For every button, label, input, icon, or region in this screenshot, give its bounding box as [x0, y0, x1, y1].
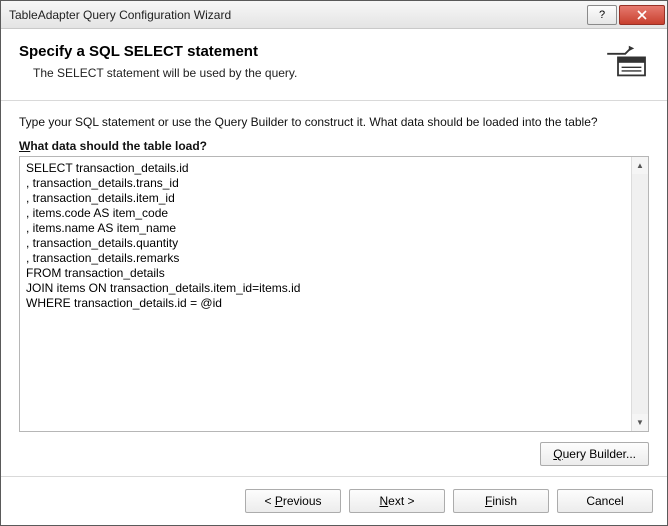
titlebar: TableAdapter Query Configuration Wizard …	[1, 1, 667, 29]
help-button[interactable]: ?	[587, 5, 617, 25]
wizard-body: Type your SQL statement or use the Query…	[1, 101, 667, 476]
sql-textarea-wrap: ▲ ▼	[19, 156, 649, 432]
titlebar-buttons: ?	[585, 5, 665, 25]
instruction-text: Type your SQL statement or use the Query…	[19, 115, 649, 129]
previous-button[interactable]: < Previous	[245, 489, 341, 513]
sql-textarea[interactable]	[20, 157, 631, 431]
scroll-down-icon[interactable]: ▼	[632, 414, 648, 431]
scrollbar[interactable]: ▲ ▼	[631, 157, 648, 431]
header-title: Specify a SQL SELECT statement	[19, 43, 593, 60]
cancel-button[interactable]: Cancel	[557, 489, 653, 513]
header-text: Specify a SQL SELECT statement The SELEC…	[19, 43, 593, 80]
wizard-footer: < Previous Next > Finish Cancel	[1, 476, 667, 525]
wizard-window: TableAdapter Query Configuration Wizard …	[0, 0, 668, 526]
wizard-icon	[605, 43, 649, 82]
window-title: TableAdapter Query Configuration Wizard	[9, 8, 585, 22]
close-button[interactable]	[619, 5, 665, 25]
wizard-header: Specify a SQL SELECT statement The SELEC…	[1, 29, 667, 101]
scroll-up-icon[interactable]: ▲	[632, 157, 648, 174]
sql-field-label: What data should the table load?	[19, 139, 649, 153]
finish-button[interactable]: Finish	[453, 489, 549, 513]
query-builder-button[interactable]: Query Builder...	[540, 442, 649, 466]
below-textarea-row: Query Builder...	[19, 432, 649, 466]
next-button[interactable]: Next >	[349, 489, 445, 513]
header-subtitle: The SELECT statement will be used by the…	[19, 66, 593, 80]
